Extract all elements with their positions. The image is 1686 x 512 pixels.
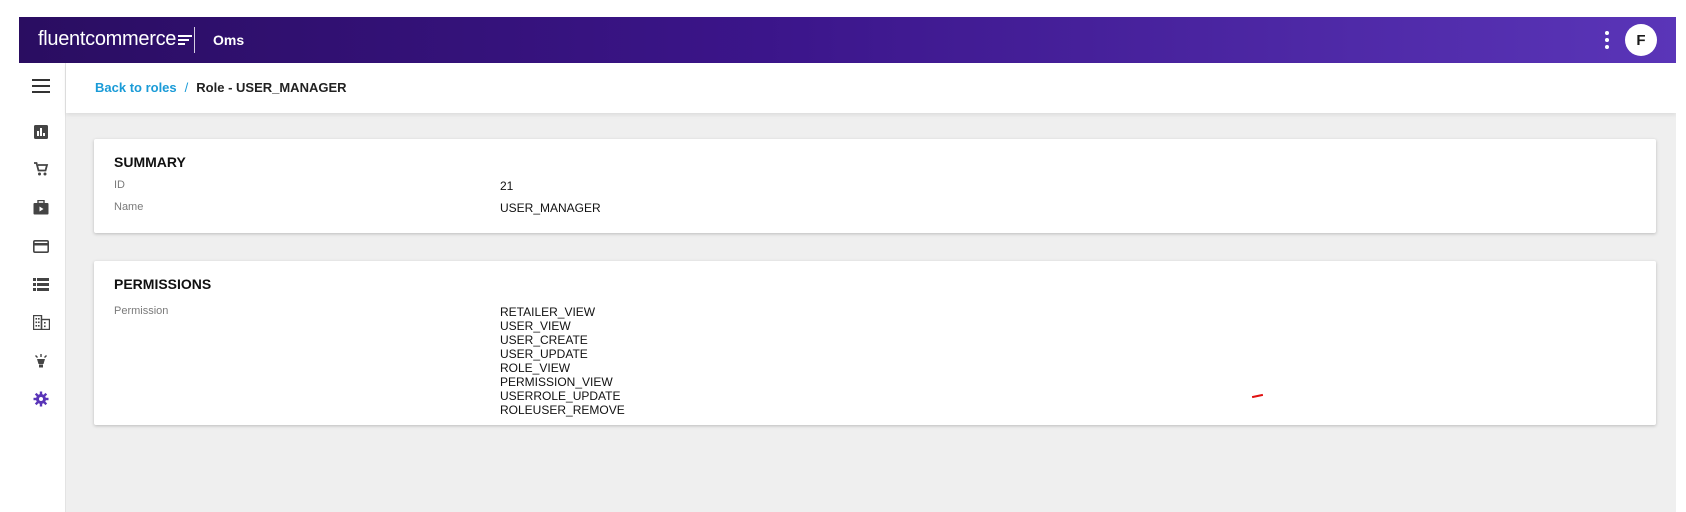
brand-logo[interactable]: fluent commerce xyxy=(38,28,193,51)
list-icon[interactable] xyxy=(32,275,50,293)
breadcrumb-current: Role - USER_MANAGER xyxy=(196,80,347,95)
menu-toggle-icon[interactable] xyxy=(32,79,50,93)
avatar[interactable]: F xyxy=(1625,24,1657,56)
breadcrumb: Back to roles / Role - USER_MANAGER xyxy=(95,80,347,95)
briefcase-icon[interactable] xyxy=(32,198,50,216)
settings-icon[interactable] xyxy=(32,390,50,408)
permission-list: RETAILER_VIEW USER_VIEW USER_CREATE USER… xyxy=(500,305,625,417)
name-value: USER_MANAGER xyxy=(500,201,601,215)
permission-item: ROLEUSER_REMOVE xyxy=(500,403,625,417)
breadcrumb-separator: / xyxy=(184,80,189,95)
app-name: Oms xyxy=(213,32,245,48)
permissions-title: PERMISSIONS xyxy=(114,276,212,292)
permission-item: PERMISSION_VIEW xyxy=(500,375,613,389)
brand-mark-icon xyxy=(178,33,193,47)
app-window: fluent commerce Oms F Back to roles / Ro… xyxy=(19,17,1676,512)
permission-item: ROLE_VIEW xyxy=(500,361,571,375)
summary-title: SUMMARY xyxy=(114,154,186,170)
permission-item: USER_UPDATE xyxy=(500,347,588,361)
brand-prefix: fluent xyxy=(38,28,86,50)
id-label: ID xyxy=(114,179,125,191)
name-label: Name xyxy=(114,201,144,213)
permissions-card: PERMISSIONS Permission RETAILER_VIEW USE… xyxy=(94,261,1656,425)
top-bar: fluent commerce Oms F xyxy=(19,17,1676,63)
back-to-roles-link[interactable]: Back to roles xyxy=(95,80,177,95)
brand-suffix: commerce xyxy=(85,28,177,50)
permission-label: Permission xyxy=(114,305,169,317)
lightbulb-icon[interactable] xyxy=(32,352,50,370)
card-icon[interactable] xyxy=(32,237,50,255)
permission-item: USER_VIEW xyxy=(500,319,571,333)
building-icon[interactable] xyxy=(32,313,50,331)
summary-card: SUMMARY ID 21 Name USER_MANAGER xyxy=(94,139,1656,233)
id-value: 21 xyxy=(500,179,514,193)
more-options-icon[interactable] xyxy=(1602,29,1612,51)
permission-item: RETAILER_VIEW xyxy=(500,305,596,319)
sidebar xyxy=(19,63,66,512)
cart-icon[interactable] xyxy=(32,160,50,178)
permission-item: USER_CREATE xyxy=(500,333,588,347)
permission-item: USERROLE_UPDATE xyxy=(500,389,621,403)
header-divider xyxy=(194,27,195,53)
breadcrumb-bar: Back to roles / Role - USER_MANAGER xyxy=(66,63,1676,113)
analytics-icon[interactable] xyxy=(32,123,50,141)
